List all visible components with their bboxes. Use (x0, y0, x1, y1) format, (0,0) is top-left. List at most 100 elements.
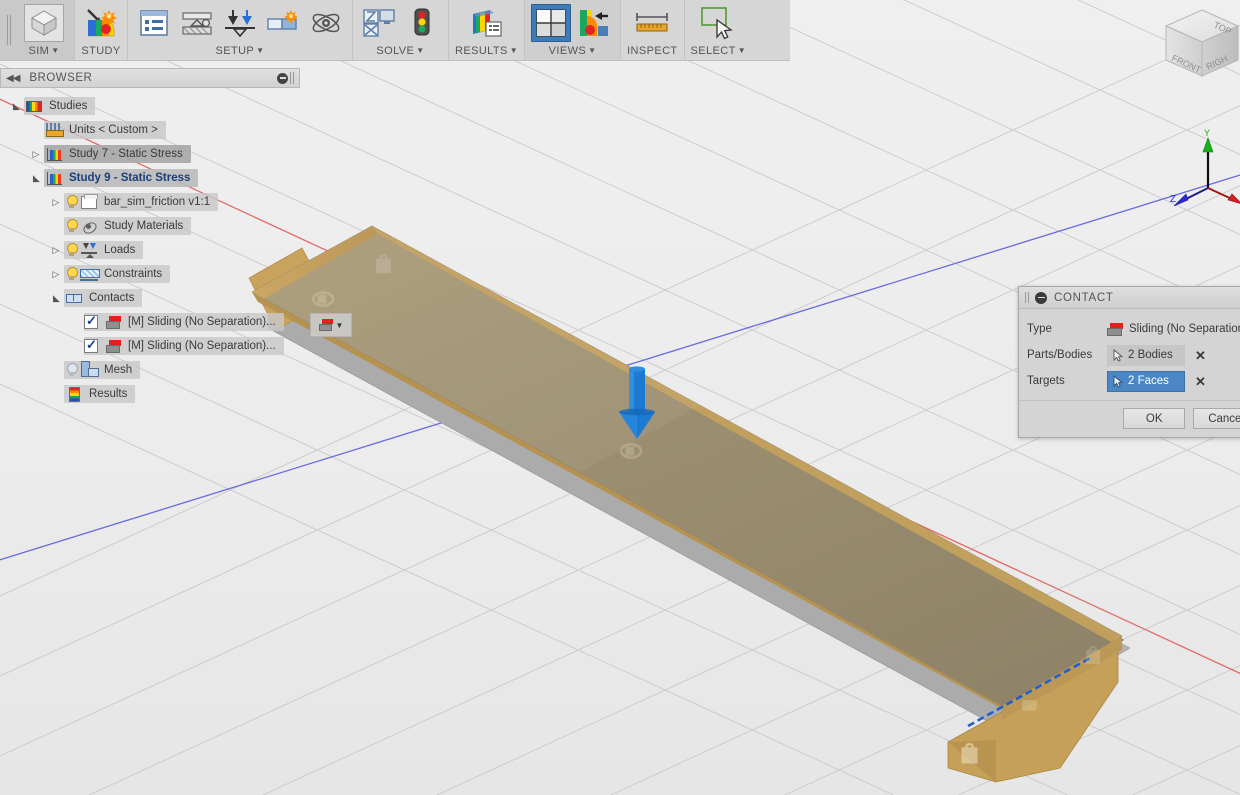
tree-row[interactable]: Study 7 - Static Stress (0, 142, 340, 166)
tree-row-hit[interactable]: Study 9 - Static Stress (44, 169, 199, 187)
contact-dialog-header[interactable]: CONTACT (1019, 287, 1240, 309)
tree-expand-arrow-icon[interactable] (28, 149, 44, 160)
solve-status-icon (414, 8, 430, 36)
contacts-icon (64, 290, 84, 307)
tree-row[interactable]: Studies (0, 94, 340, 118)
targets-select-button[interactable]: 2 Faces (1107, 370, 1185, 392)
cancel-button[interactable]: Cancel (1193, 408, 1240, 429)
contact-type-row: Type Sliding (No Separation) (1019, 316, 1240, 342)
contact-type-value: Sliding (No Separation) (1129, 323, 1240, 335)
tree-row[interactable]: Constraints (0, 262, 340, 286)
tree-row[interactable]: Contacts (0, 286, 340, 310)
tree-expand-arrow-icon[interactable] (48, 245, 64, 256)
tree-row[interactable]: Study Materials (0, 214, 340, 238)
browser-panel-header: ◀◀ BROWSER (0, 68, 300, 88)
toolbar-grip[interactable] (0, 0, 16, 60)
materials-button[interactable] (177, 4, 217, 42)
pre-check-button[interactable] (359, 4, 399, 42)
results-label[interactable]: RESULTS ▼ (455, 42, 518, 60)
grid-views-button[interactable] (531, 4, 572, 42)
contacts-icon (267, 10, 298, 30)
visibility-bulb-icon[interactable] (64, 266, 79, 282)
tree-row-hit[interactable]: Units < Custom > (44, 121, 166, 139)
tree-row[interactable]: Results (0, 382, 340, 406)
tree-row-hit[interactable]: Mesh (64, 361, 141, 379)
tree-expand-arrow-icon[interactable] (48, 269, 64, 280)
select-window-button[interactable] (698, 4, 738, 42)
tree-row-hit[interactable]: Contacts (64, 289, 143, 307)
ok-button[interactable]: OK (1123, 408, 1186, 429)
study-label-text: STUDY (81, 45, 121, 57)
select-label[interactable]: SELECT ▼ (691, 42, 747, 60)
tree-item-label: Results (89, 388, 128, 400)
study-button[interactable] (81, 4, 121, 42)
sliding-contact-icon (1107, 322, 1123, 336)
tree-expand-arrow-icon[interactable] (48, 293, 64, 304)
study-chart-icon (44, 146, 64, 163)
tree-row-hit[interactable]: [M] Sliding (No Separation)... (84, 337, 284, 355)
sim-label[interactable]: SIM ▼ (28, 42, 59, 60)
tree-row-hit[interactable]: Loads (64, 241, 144, 259)
chevron-down-icon[interactable]: ▼ (336, 321, 344, 330)
tree-row[interactable]: Units < Custom > (0, 118, 340, 142)
browser-title: BROWSER (29, 72, 93, 84)
manage-materials-button[interactable] (306, 4, 346, 42)
tree-expand-arrow-icon[interactable] (8, 101, 24, 112)
tree-row[interactable]: Loads (0, 238, 340, 262)
tree-row-hit[interactable]: Studies (24, 97, 96, 115)
units-icon (44, 122, 64, 139)
toolbar-panel-results: RESULTS ▼ (448, 0, 524, 60)
solve-label[interactable]: SOLVE ▼ (376, 42, 424, 60)
measure-button[interactable] (632, 4, 672, 42)
dialog-drag-grip[interactable] (1025, 292, 1029, 303)
tree-row-hit[interactable]: Results (64, 385, 136, 403)
visibility-bulb-icon[interactable] (64, 242, 79, 258)
solve-status-button[interactable] (402, 4, 442, 42)
browser-resize-grip[interactable] (290, 72, 294, 84)
tree-row-hit[interactable]: bar_sim_friction v1:1 (64, 193, 219, 211)
parts-bodies-select-button[interactable]: 2 Bodies (1107, 344, 1185, 366)
tree-row[interactable]: Mesh (0, 358, 340, 382)
axis-y-label: Y (1204, 128, 1210, 138)
tree-row-hit[interactable]: Study 7 - Static Stress (44, 145, 191, 163)
tree-checkbox[interactable] (84, 313, 98, 329)
toolbar-panel-sim: SIM ▼ (16, 0, 74, 60)
tree-row[interactable]: Study 9 - Static Stress (0, 166, 340, 190)
tree-row-hit[interactable]: Study Materials (64, 217, 192, 235)
views-label[interactable]: VIEWS ▼ (549, 42, 597, 60)
results-button[interactable] (467, 4, 507, 42)
loads-constraints-button[interactable] (220, 4, 260, 42)
tree-row[interactable]: [M] Sliding (No Separation)... (0, 310, 340, 334)
loads-constraints-icon (225, 10, 255, 38)
study-label[interactable]: STUDY (81, 42, 120, 60)
animate-button[interactable] (574, 4, 614, 42)
setup-label[interactable]: SETUP ▼ (215, 42, 264, 60)
contacts-button[interactable] (263, 4, 303, 42)
tree-expand-arrow-icon[interactable] (28, 173, 44, 184)
settings-list-button[interactable] (134, 4, 174, 42)
collapse-icon[interactable] (1035, 291, 1047, 304)
tree-row-hit[interactable]: [M] Sliding (No Separation)... (84, 313, 284, 331)
collapse-left-icon[interactable]: ◀◀ (6, 73, 20, 84)
main-toolbar: SIM ▼ STUDY SETUP ▼ SOLVE ▼ RESULTS ▼ VI… (0, 0, 790, 61)
contact-type-badge[interactable]: ▼ (310, 313, 352, 337)
inspect-label[interactable]: INSPECT (627, 42, 677, 60)
contact-type-value-group[interactable]: Sliding (No Separation) (1107, 322, 1240, 336)
tree-row-hit[interactable]: Constraints (64, 265, 171, 283)
results-icon (472, 10, 502, 37)
tree-checkbox[interactable] (84, 337, 98, 353)
tree-item-label: Study Materials (104, 220, 184, 232)
visibility-bulb-icon[interactable] (64, 218, 79, 234)
visibility-bulb-icon[interactable] (64, 362, 79, 378)
clear-parts-icon[interactable]: ✕ (1195, 349, 1206, 362)
sim-workspace-button[interactable] (24, 4, 64, 42)
clear-targets-icon[interactable]: ✕ (1195, 375, 1206, 388)
toolbar-panel-setup: SETUP ▼ (127, 0, 352, 60)
visibility-bulb-icon[interactable] (64, 194, 79, 210)
minimize-icon[interactable] (277, 72, 288, 84)
tree-row[interactable]: bar_sim_friction v1:1 (0, 190, 340, 214)
contact-dialog-title: CONTACT (1054, 291, 1114, 304)
tree-expand-arrow-icon[interactable] (48, 197, 64, 208)
tree-row[interactable]: [M] Sliding (No Separation)... (0, 334, 340, 358)
mesh-icon (79, 361, 99, 379)
